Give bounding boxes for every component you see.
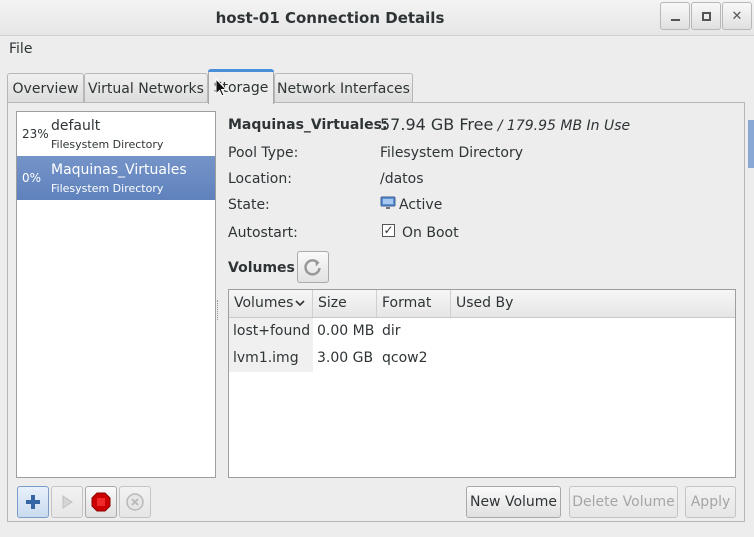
pool-name: Maquinas_Virtuales [51,162,187,178]
volumes-table[interactable]: Volumes Size Format Used By lost+found 0… [228,289,736,478]
pool-title: Maquinas_Virtuales: [228,117,388,133]
new-volume-button[interactable]: New Volume [466,486,561,518]
pool-in-use: / 179.95 MB In Use [493,118,631,134]
close-icon: ✕ [731,8,743,24]
refresh-icon [304,259,321,276]
location-label: Location: [228,171,292,187]
stop-pool-button[interactable] [85,486,117,518]
column-header-size[interactable]: Size [313,290,377,317]
plus-icon [26,495,40,509]
stop-icon [91,492,111,512]
volume-format: dir [382,323,401,339]
volumes-title: Volumes [228,260,295,276]
tab-network-interfaces[interactable]: Network Interfaces [274,73,413,103]
pool-type: Filesystem Directory [51,182,164,195]
minimize-button[interactable] [660,2,690,30]
delete-circle-icon [126,493,144,511]
pool-item-default[interactable]: 23% default Filesystem Directory [17,112,215,156]
location-value: /datos [380,171,424,187]
table-row[interactable]: lost+found 0.00 MB dir [229,318,735,345]
pane-splitter[interactable] [217,300,220,320]
autostart-label: Autostart: [228,225,298,241]
volume-name: lost+found [233,323,311,339]
delete-pool-button[interactable] [119,486,151,518]
volume-format: qcow2 [382,350,428,366]
autostart-checkbox[interactable]: ✓ [382,224,395,237]
pool-type: Filesystem Directory [51,138,164,151]
refresh-volumes-button[interactable] [297,251,329,283]
volume-name: lvm1.img [233,350,299,366]
sort-chevron-down-icon [295,300,305,307]
pool-item-maquinas-virtuales[interactable]: 0% Maquinas_Virtuales Filesystem Directo… [17,156,215,200]
minimize-icon [670,19,680,21]
pool-type-value: Filesystem Directory [380,145,524,161]
apply-button[interactable]: Apply [685,486,736,518]
background-window-edge [748,120,754,168]
menu-bar: File [0,37,754,63]
mouse-pointer-icon [215,78,227,97]
autostart-value[interactable]: On Boot [402,225,459,241]
add-pool-button[interactable] [17,486,49,518]
tab-overview[interactable]: Overview [7,73,84,103]
volumes-table-header: Volumes Size Format Used By [229,290,735,318]
pool-usage-percent: 23% [22,127,49,141]
pool-usage-percent: 0% [22,171,42,185]
table-row[interactable]: lvm1.img 3.00 GB qcow2 [229,345,735,372]
volume-size: 3.00 GB [317,350,374,366]
maximize-button[interactable] [691,2,721,30]
storage-pool-list[interactable]: 23% default Filesystem Directory 0% Maqu… [16,111,216,478]
start-pool-button[interactable] [51,486,83,518]
pool-free: 57.94 GB Free [380,115,494,134]
state-value: Active [399,197,443,213]
pool-capacity: 57.94 GB Free / 179.95 MB In Use [380,115,630,134]
state-label: State: [228,197,270,213]
close-button[interactable]: ✕ [722,2,752,30]
monitor-active-icon [380,196,396,209]
delete-volume-button[interactable]: Delete Volume [569,486,678,518]
play-icon [62,495,73,509]
maximize-icon [701,11,711,21]
title-bar: host-01 Connection Details ✕ [0,0,754,36]
column-header-used-by[interactable]: Used By [451,290,735,317]
tab-virtual-networks[interactable]: Virtual Networks [84,73,208,103]
pool-type-label: Pool Type: [228,145,299,161]
pool-name: default [51,118,101,134]
column-header-format[interactable]: Format [377,290,451,317]
volume-size: 0.00 MB [317,323,375,339]
window-title: host-01 Connection Details [215,9,445,27]
menu-file[interactable]: File [9,41,32,57]
column-header-volumes[interactable]: Volumes [229,290,313,317]
